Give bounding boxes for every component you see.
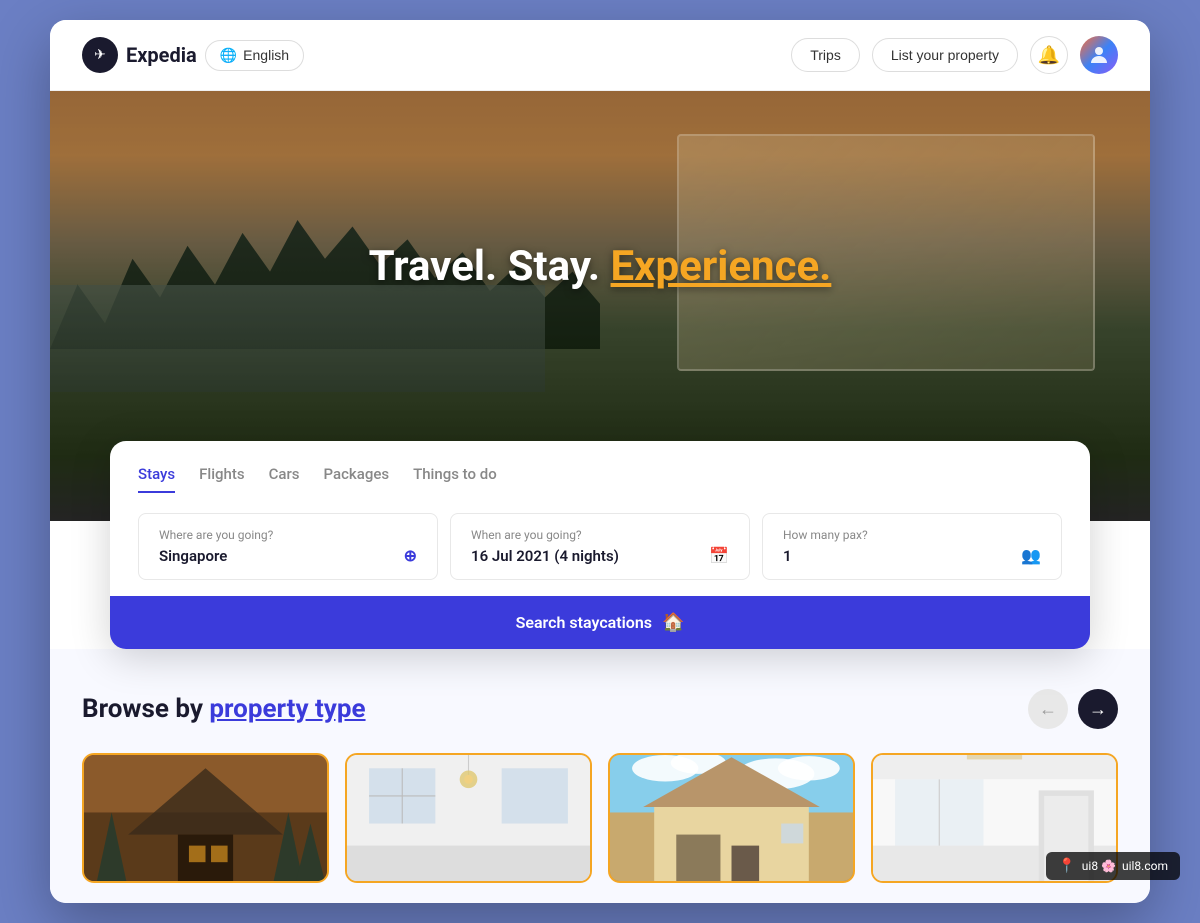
next-arrow-icon: → xyxy=(1089,699,1107,720)
date-label: When are you going? xyxy=(471,528,729,542)
list-property-button[interactable]: List your property xyxy=(872,38,1018,72)
browse-prev-button[interactable]: ← xyxy=(1028,689,1068,729)
browse-navigation: ← → xyxy=(1028,689,1118,729)
apartment-image xyxy=(347,755,590,881)
location-icon: ⊕ xyxy=(404,546,417,565)
notification-icon: 🔔 xyxy=(1038,45,1060,66)
date-field[interactable]: When are you going? 16 Jul 2021 (4 night… xyxy=(450,513,750,580)
property-card-cabin[interactable] xyxy=(82,753,329,883)
logo-icon: ✈ xyxy=(82,37,118,73)
navbar: ✈ Expedia 🌐 English Trips List your prop… xyxy=(50,20,1150,91)
tab-flights[interactable]: Flights xyxy=(199,465,244,493)
search-widget: Stays Flights Cars Packages Things to do… xyxy=(110,441,1090,649)
language-label: English xyxy=(243,47,289,63)
calendar-icon: 📅 xyxy=(709,546,729,565)
trips-button[interactable]: Trips xyxy=(791,38,860,72)
people-icon: 👥 xyxy=(1021,546,1041,565)
tab-things-to-do[interactable]: Things to do xyxy=(413,465,497,493)
hero-title-block: Travel. Stay. Experience. xyxy=(369,242,832,291)
pax-value: 1 👥 xyxy=(783,546,1041,565)
tab-stays[interactable]: Stays xyxy=(138,465,175,493)
property-card-apartment[interactable] xyxy=(345,753,592,883)
avatar[interactable] xyxy=(1080,36,1118,74)
pax-label: How many pax? xyxy=(783,528,1041,542)
browse-title: Browse by property type xyxy=(82,694,366,724)
tab-cars[interactable]: Cars xyxy=(269,465,300,493)
property-card-house[interactable] xyxy=(608,753,855,883)
hero-title-highlight: Experience. xyxy=(611,242,832,291)
watermark-icon: 📍 xyxy=(1058,858,1075,874)
notification-button[interactable]: 🔔 xyxy=(1030,36,1068,74)
hero-title-part1: Travel. Stay. xyxy=(369,242,611,291)
browse-section: Browse by property type ← → xyxy=(50,649,1150,903)
browse-next-button[interactable]: → xyxy=(1078,689,1118,729)
browser-window: ✈ Expedia 🌐 English Trips List your prop… xyxy=(50,20,1150,903)
search-button-label: Search staycations xyxy=(516,613,652,632)
property-grid xyxy=(82,753,1118,883)
language-button[interactable]: 🌐 English xyxy=(205,40,304,71)
search-button[interactable]: Search staycations 🏠 xyxy=(110,596,1090,649)
destination-field[interactable]: Where are you going? Singapore ⊕ xyxy=(138,513,438,580)
nav-right: Trips List your property 🔔 xyxy=(791,36,1118,74)
watermark-subtext: uil8.com xyxy=(1122,859,1168,873)
tab-packages[interactable]: Packages xyxy=(324,465,390,493)
destination-label: Where are you going? xyxy=(159,528,417,542)
search-fields: Where are you going? Singapore ⊕ When ar… xyxy=(138,513,1062,580)
search-home-icon: 🏠 xyxy=(662,612,684,633)
browse-header: Browse by property type ← → xyxy=(82,689,1118,729)
watermark-text: ui8 🌸 xyxy=(1082,859,1116,873)
pax-field[interactable]: How many pax? 1 👥 xyxy=(762,513,1062,580)
language-icon: 🌐 xyxy=(220,47,237,64)
search-tabs: Stays Flights Cars Packages Things to do xyxy=(138,465,1062,493)
brand-name: Expedia xyxy=(126,43,197,67)
logo-area: ✈ Expedia 🌐 English xyxy=(82,37,779,73)
search-widget-wrapper: Stays Flights Cars Packages Things to do… xyxy=(50,441,1150,649)
watermark: 📍 ui8 🌸 uil8.com xyxy=(1046,852,1180,880)
date-value: 16 Jul 2021 (4 nights) 📅 xyxy=(471,546,729,565)
prev-arrow-icon: ← xyxy=(1039,699,1057,720)
destination-value: Singapore ⊕ xyxy=(159,546,417,565)
hero-title: Travel. Stay. Experience. xyxy=(369,242,832,291)
browse-title-highlight: property type xyxy=(209,694,365,724)
house-image xyxy=(610,755,853,881)
cabin-image xyxy=(84,755,327,881)
